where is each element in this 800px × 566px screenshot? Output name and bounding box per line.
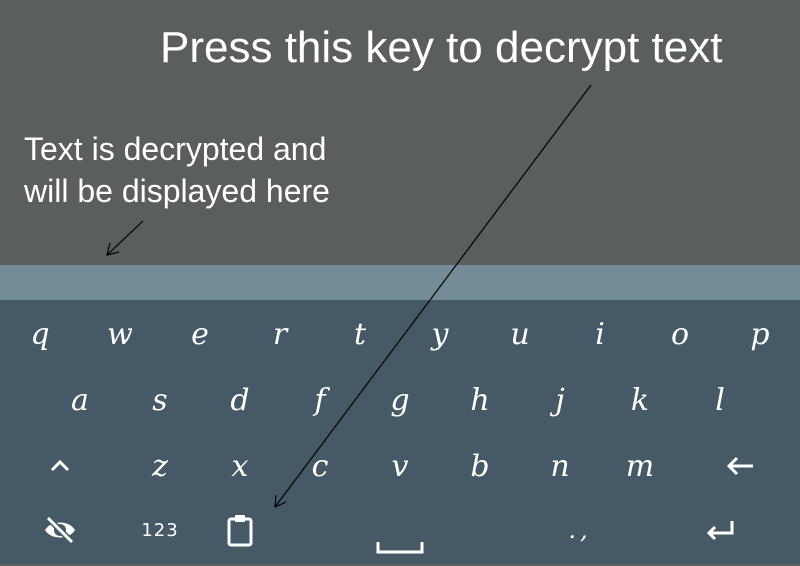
display-area-annotation: Text is decrypted and will be displayed … — [24, 128, 404, 212]
key-m[interactable]: m — [615, 436, 665, 496]
key-n[interactable]: n — [535, 436, 585, 496]
key-h[interactable]: h — [455, 370, 505, 430]
key-i[interactable]: i — [575, 304, 625, 364]
shift-key[interactable] — [30, 436, 90, 496]
key-c[interactable]: c — [295, 436, 345, 496]
enter-key[interactable] — [690, 500, 750, 560]
key-q[interactable]: q — [15, 304, 65, 364]
keyboard-row-3: z x c v b n m — [0, 436, 800, 502]
key-z[interactable]: z — [135, 436, 185, 496]
key-u[interactable]: u — [495, 304, 545, 364]
decrypted-text-bar[interactable] — [0, 265, 800, 300]
hide-keyboard-key[interactable] — [30, 500, 90, 560]
eye-slash-icon — [43, 516, 77, 544]
space-bar-icon — [376, 540, 424, 554]
decrypt-key-annotation: Press this key to decrypt text — [160, 23, 723, 72]
key-e[interactable]: e — [175, 304, 225, 364]
key-b[interactable]: b — [455, 436, 505, 496]
key-s[interactable]: s — [135, 370, 185, 430]
clipboard-icon — [226, 513, 254, 547]
key-d[interactable]: d — [215, 370, 265, 430]
key-f[interactable]: f — [295, 370, 345, 430]
enter-return-icon — [705, 519, 735, 541]
keyboard-row-2: a s d f g h j k l — [0, 370, 800, 436]
backspace-arrow-icon — [725, 456, 755, 476]
keyboard-row-1: q w e r t y u i o p — [0, 304, 800, 370]
key-v[interactable]: v — [375, 436, 425, 496]
display-annotation-line-1: Text is decrypted and — [24, 131, 327, 167]
key-w[interactable]: w — [95, 304, 145, 364]
key-k[interactable]: k — [615, 370, 665, 430]
key-o[interactable]: o — [655, 304, 705, 364]
key-r[interactable]: r — [255, 304, 305, 364]
key-a[interactable]: a — [55, 370, 105, 430]
key-p[interactable]: p — [735, 304, 785, 364]
backspace-key[interactable] — [705, 436, 775, 496]
numbers-key[interactable]: 123 — [130, 500, 190, 560]
keyboard-row-4: 123 ., — [0, 500, 800, 566]
display-annotation-line-2: will be displayed here — [24, 173, 330, 209]
key-x[interactable]: x — [215, 436, 265, 496]
space-key[interactable] — [330, 500, 470, 560]
key-j[interactable]: j — [535, 370, 585, 430]
shift-up-caret-icon — [49, 459, 71, 473]
key-g[interactable]: g — [375, 370, 425, 430]
keyboard: q w e r t y u i o p a s d f g h j k l z … — [0, 300, 800, 564]
key-t[interactable]: t — [335, 304, 385, 364]
decrypt-key[interactable] — [215, 500, 265, 560]
key-y[interactable]: y — [415, 304, 465, 364]
punctuation-key[interactable]: ., — [550, 500, 610, 560]
key-l[interactable]: l — [695, 370, 745, 430]
